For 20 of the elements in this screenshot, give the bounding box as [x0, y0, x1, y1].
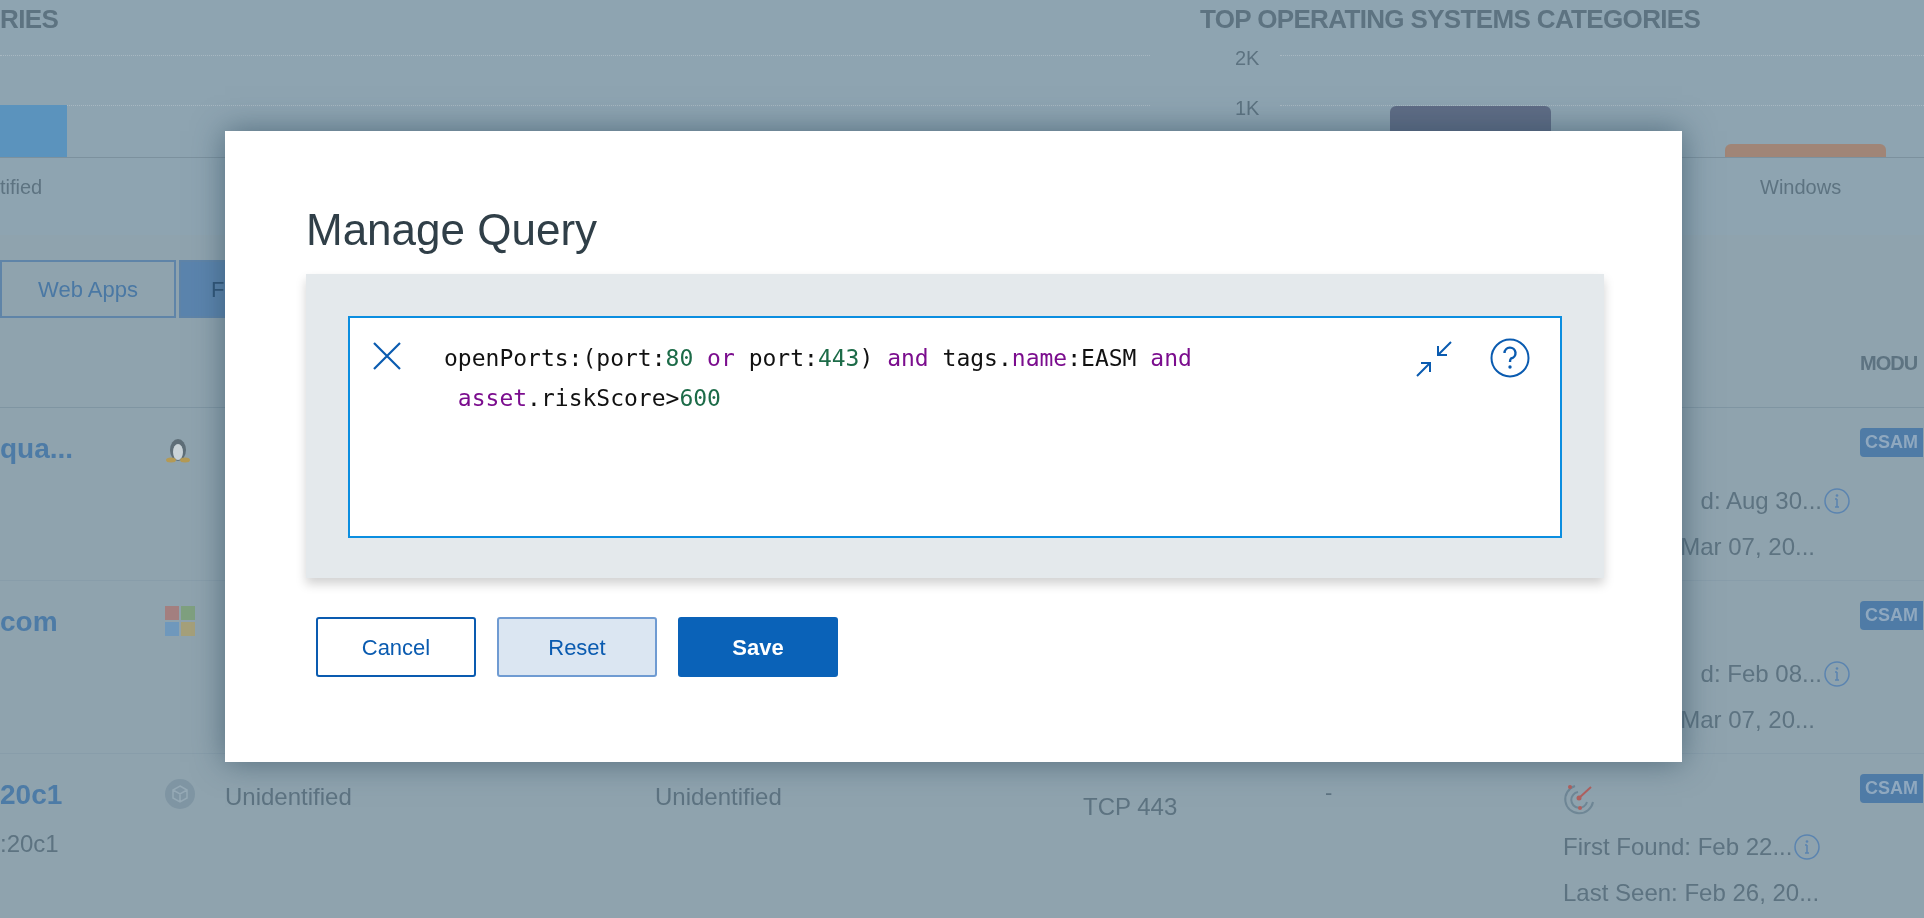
asset-name-link[interactable]: com	[0, 601, 165, 643]
query-line: asset.riskScore>600	[456, 384, 722, 413]
four-squares-icon	[165, 606, 195, 636]
dialog-button[interactable]: Reset	[497, 617, 657, 677]
query-line: openPorts:(port:80 or port:443) and tags.name:EASM and	[444, 344, 1193, 373]
dialog-title: Manage Query	[306, 208, 599, 252]
help-icon[interactable]	[1490, 338, 1530, 378]
asset-name-link[interactable]: qua...	[0, 428, 165, 470]
table-cell: -	[1325, 780, 1333, 805]
module-badge: CSAM	[1860, 601, 1923, 630]
radar-icon	[1563, 782, 1597, 816]
asset-name-link[interactable]: 20c1	[0, 774, 165, 816]
collapse-icon[interactable]	[1416, 341, 1452, 377]
dialog-button[interactable]: Save	[678, 617, 838, 677]
close-icon[interactable]	[372, 341, 402, 371]
tab[interactable]: Web Apps	[0, 260, 176, 318]
module-badge: CSAM	[1860, 428, 1923, 457]
dialog-button[interactable]: Cancel	[316, 617, 476, 677]
module-badge: CSAM	[1860, 774, 1923, 803]
query-editor[interactable]: openPorts:(port:80 or port:443) and tags.name:EASM and asset.riskScore>600	[348, 316, 1562, 538]
